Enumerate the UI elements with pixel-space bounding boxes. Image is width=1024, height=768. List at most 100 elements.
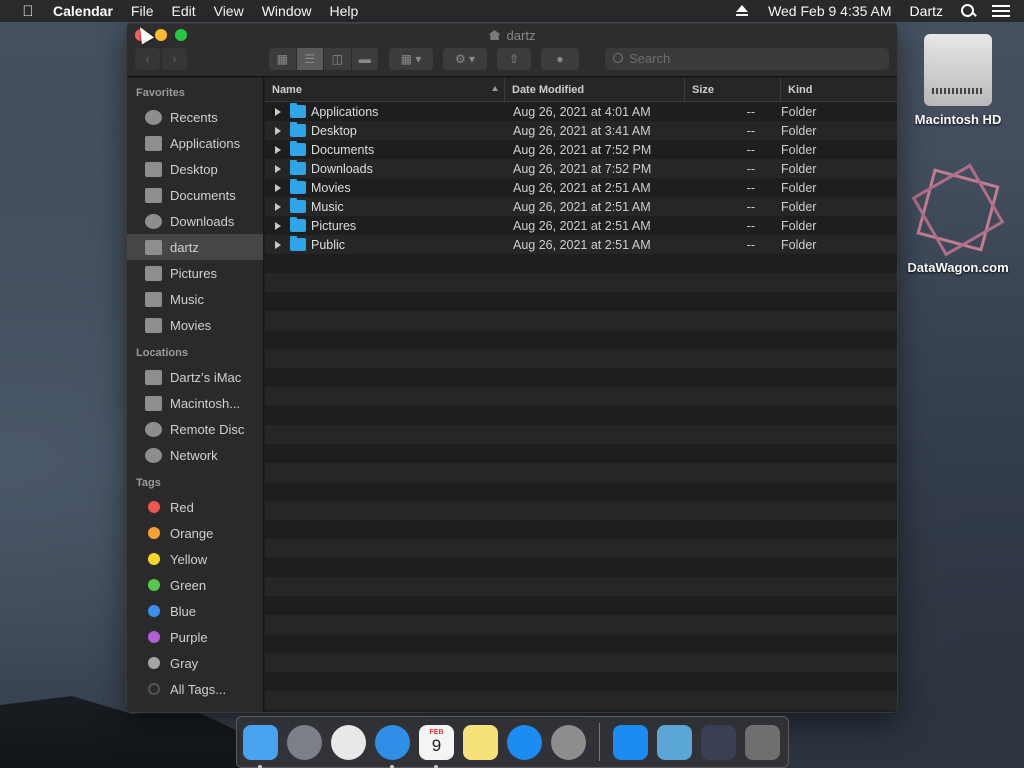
file-date-modified: Aug 26, 2021 at 2:51 AM <box>513 199 651 214</box>
running-indicator <box>434 764 438 768</box>
sidebar-tag-orange[interactable]: Orange <box>127 520 263 546</box>
file-kind: Folder <box>781 237 817 252</box>
tag-button[interactable]: ● <box>541 48 579 70</box>
column-header-size[interactable]: Size <box>685 78 781 101</box>
hard-drive-icon <box>924 34 992 106</box>
table-row[interactable]: Pictures Aug 26, 2021 at 2:51 AM -- Folder <box>265 216 897 235</box>
share-button[interactable]: ⇧ <box>497 48 531 70</box>
notes-icon[interactable] <box>463 724 498 760</box>
sidebar-tag-label: All Tags... <box>170 681 227 697</box>
table-row[interactable]: Applications Aug 26, 2021 at 4:01 AM -- Fol… <box>265 102 897 121</box>
back-button[interactable]: ‹ <box>135 48 160 70</box>
sidebar-item-movies[interactable]: Movies <box>127 312 263 338</box>
menu-file[interactable]: File <box>122 3 163 19</box>
desktop-icon-macintosh-hd[interactable]: Macintosh HD <box>908 34 1008 127</box>
finder-icon[interactable] <box>243 724 278 768</box>
control-center-icon[interactable] <box>992 5 1010 17</box>
app-store-icon[interactable] <box>507 724 542 760</box>
folder-icon <box>290 198 306 213</box>
file-name: Desktop <box>311 123 357 138</box>
menu-window[interactable]: Window <box>253 3 321 19</box>
search-input[interactable]: Search <box>605 48 889 70</box>
sidebar-tag-yellow[interactable]: Yellow <box>127 546 263 572</box>
file-size: -- <box>746 161 755 176</box>
gallery-view-button[interactable]: ▬ <box>352 48 379 70</box>
file-name: Applications <box>311 104 379 119</box>
sidebar-item-applications[interactable]: Applications <box>127 130 263 156</box>
column-header-name[interactable]: Name <box>265 78 505 101</box>
disclosure-triangle-icon[interactable] <box>275 164 281 173</box>
sidebar-item-network[interactable]: Network <box>127 442 263 468</box>
sidebar-tag-all-tags[interactable]: All Tags... <box>127 676 263 702</box>
safari-icon[interactable] <box>375 724 410 768</box>
list-view-button[interactable]: ☰ <box>296 48 324 70</box>
sidebar-item-macintosh[interactable]: Macintosh... <box>127 390 263 416</box>
disclosure-triangle-icon[interactable] <box>275 240 281 249</box>
sidebar-item-recents[interactable]: Recents <box>127 104 263 130</box>
disclosure-triangle-icon[interactable] <box>275 107 281 116</box>
sidebar-item-music[interactable]: Music <box>127 286 263 312</box>
action-gear-button[interactable]: ⚙ ▾ <box>443 48 487 70</box>
disclosure-triangle-icon[interactable] <box>275 183 281 192</box>
running-indicator <box>258 764 262 768</box>
sidebar-item-documents[interactable]: Documents <box>127 182 263 208</box>
app-menu[interactable]: Calendar <box>44 3 122 19</box>
sidebar-item-pictures[interactable]: Pictures <box>127 260 263 286</box>
sidebar-tag-green[interactable]: Green <box>127 572 263 598</box>
column-view-button[interactable]: ◫ <box>324 48 352 70</box>
launchpad-icon[interactable] <box>287 724 322 760</box>
sidebar-tag-purple[interactable]: Purple <box>127 624 263 650</box>
file-name: Movies <box>311 180 351 195</box>
sidebar-item-desktop[interactable]: Desktop <box>127 156 263 182</box>
sidebar-item-downloads[interactable]: Downloads <box>127 208 263 234</box>
sidebar-item-dartz-s-imac[interactable]: Dartz’s iMac <box>127 364 263 390</box>
table-row[interactable]: Downloads Aug 26, 2021 at 7:52 PM -- Folder <box>265 159 897 178</box>
icon-view-button[interactable]: ▦ <box>269 48 297 70</box>
table-row[interactable]: Documents Aug 26, 2021 at 7:52 PM -- Folder <box>265 140 897 159</box>
calendar-icon[interactable]: FEB 9 <box>419 724 454 768</box>
sidebar: Favorites Recents Applications Desktop Docu… <box>127 78 264 712</box>
disclosure-triangle-icon[interactable] <box>275 221 281 230</box>
sidebar-tag-blue[interactable]: Blue <box>127 598 263 624</box>
downloads-folder-icon[interactable] <box>657 724 692 760</box>
file-size: -- <box>746 104 755 119</box>
apple-menu-icon[interactable]:  <box>16 3 40 20</box>
sidebar-item-label: Movies <box>170 317 212 333</box>
disclosure-triangle-icon[interactable] <box>275 145 281 154</box>
home-icon <box>145 239 162 255</box>
sidebar-item-label: Desktop <box>170 161 218 177</box>
file-size: -- <box>746 218 755 233</box>
menu-edit[interactable]: Edit <box>162 3 204 19</box>
menubar-clock[interactable]: Wed Feb 9 4:35 AM <box>759 3 900 19</box>
trash-icon[interactable] <box>745 724 780 760</box>
screen-recording-icon[interactable] <box>701 724 736 760</box>
table-row[interactable]: Music Aug 26, 2021 at 2:51 AM -- Folder <box>265 197 897 216</box>
empty-list-area <box>265 254 897 712</box>
sidebar-item-label: Documents <box>170 187 236 203</box>
window-toolbar: dartz ‹ › ▦ ☰ ◫ ▬ ▦ ▾ ⚙ ▾ ⇧ ● Search <box>127 24 897 77</box>
eject-icon[interactable] <box>735 5 749 17</box>
group-by-button[interactable]: ▦ ▾ <box>389 48 433 70</box>
sidebar-item-remote-disc[interactable]: Remote Disc <box>127 416 263 442</box>
menubar-user[interactable]: Dartz <box>901 3 952 19</box>
spotlight-search-icon[interactable] <box>960 3 976 19</box>
forward-button[interactable]: › <box>162 48 187 70</box>
system-preferences-icon[interactable] <box>551 724 586 760</box>
table-row[interactable]: Public Aug 26, 2021 at 2:51 AM -- Folder <box>265 235 897 254</box>
disclosure-triangle-icon[interactable] <box>275 126 281 135</box>
sidebar-tag-gray[interactable]: Gray <box>127 650 263 676</box>
table-row[interactable]: Desktop Aug 26, 2021 at 3:41 AM -- Folder <box>265 121 897 140</box>
column-header-date-modified[interactable]: Date Modified <box>505 78 685 101</box>
file-name-cell: Applications <box>265 103 505 119</box>
applications-folder-icon[interactable] <box>613 724 648 760</box>
sidebar-item-dartz[interactable]: dartz <box>127 234 263 260</box>
chrome-icon[interactable] <box>331 724 366 760</box>
table-row[interactable]: Movies Aug 26, 2021 at 2:51 AM -- Folder <box>265 178 897 197</box>
menu-view[interactable]: View <box>205 3 253 19</box>
menu-help[interactable]: Help <box>321 3 368 19</box>
disclosure-triangle-icon[interactable] <box>275 202 281 211</box>
sidebar-tag-red[interactable]: Red <box>127 494 263 520</box>
desktop-icon-datawagon[interactable]: DataWagon.com <box>900 168 1016 275</box>
column-header-kind[interactable]: Kind <box>781 78 897 101</box>
sidebar-item-label: Downloads <box>170 213 235 229</box>
